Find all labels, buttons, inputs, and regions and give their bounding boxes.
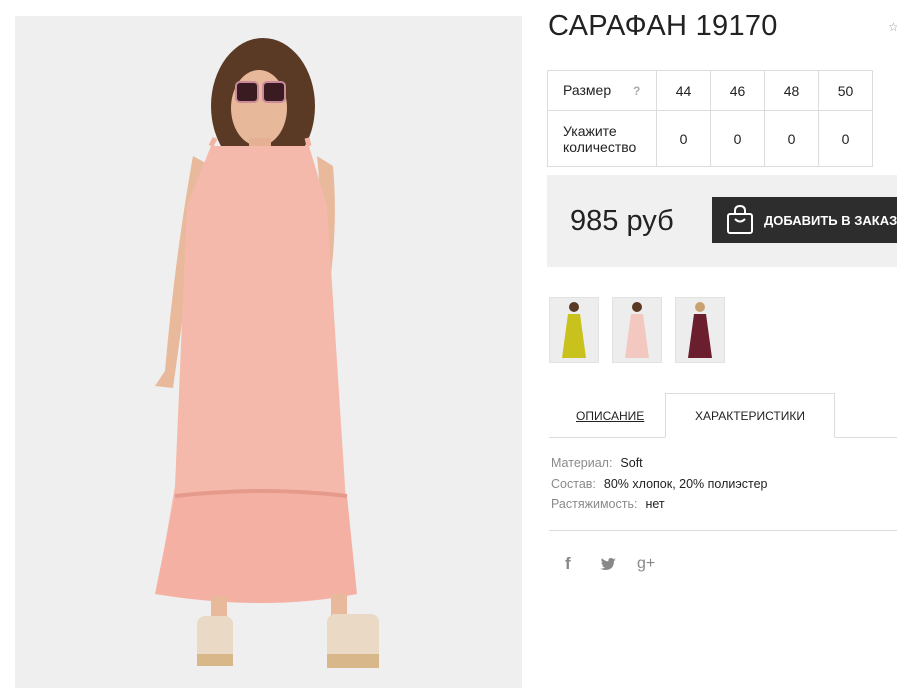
product-main-image[interactable] — [15, 16, 522, 688]
yellow-dress-thumbnail-image — [562, 302, 586, 358]
google-plus-icon[interactable]: g+ — [637, 555, 655, 573]
quantity-row: Укажите количество 0 0 0 0 — [547, 110, 873, 167]
spec-material-key: Материал: — [551, 456, 613, 470]
product-title: САРАФАН 19170 — [548, 10, 778, 42]
size-46: 46 — [710, 70, 765, 111]
tab-characteristics-label: ХАРАКТЕРИСТИКИ — [694, 408, 805, 423]
size-row: Размер ? 44 46 48 50 — [547, 70, 873, 111]
price: 985 руб — [570, 205, 674, 237]
spec-stretch-value: нет — [645, 497, 665, 511]
spec-composition-value: 80% хлопок, 20% полиэстер — [603, 477, 768, 491]
size-help-icon[interactable]: ? — [633, 83, 640, 99]
thumbnail-pink[interactable] — [612, 297, 662, 363]
spec-stretch-key: Растяжимость: — [551, 497, 638, 511]
compare-icon[interactable]: ☆ — [888, 20, 897, 34]
spec-composition-key: Состав: — [551, 477, 596, 491]
thumbnail-yellow[interactable] — [549, 297, 599, 363]
quantity-label-line1: Укажите — [563, 122, 617, 139]
size-label-cell: Размер ? — [547, 70, 657, 111]
model-in-dress-illustration — [15, 16, 522, 688]
shopping-bag-icon — [726, 205, 754, 235]
price-box: 985 руб ДОБАВИТЬ В ЗАКАЗ — [547, 175, 897, 267]
size-48: 48 — [764, 70, 819, 111]
tab-characteristics[interactable]: ХАРАКТЕРИСТИКИ — [665, 393, 835, 438]
size-44: 44 — [656, 70, 711, 111]
tab-description[interactable]: ОПИСАНИЕ — [576, 409, 644, 423]
size-50: 50 — [818, 70, 873, 111]
quantity-label-cell: Укажите количество — [547, 110, 657, 167]
quantity-input-44[interactable]: 0 — [656, 110, 711, 167]
spec-material: Материал: Soft — [551, 456, 643, 470]
spec-composition: Состав: 80% хлопок, 20% полиэстер — [551, 477, 767, 491]
specs-divider — [549, 530, 897, 531]
size-label: Размер — [563, 82, 612, 98]
quantity-input-48[interactable]: 0 — [764, 110, 819, 167]
twitter-icon[interactable] — [600, 558, 616, 576]
add-to-cart-label: ДОБАВИТЬ В ЗАКАЗ — [764, 212, 897, 228]
quantity-label-line2: количество — [563, 138, 637, 155]
add-to-cart-button[interactable]: ДОБАВИТЬ В ЗАКАЗ — [712, 197, 897, 243]
thumbnail-burgundy[interactable] — [675, 297, 725, 363]
facebook-icon[interactable]: f — [565, 554, 571, 574]
burgundy-dress-thumbnail-image — [688, 302, 712, 358]
pink-dress-thumbnail-image — [625, 302, 649, 358]
spec-material-value: Soft — [620, 456, 643, 470]
size-quantity-table: Размер ? 44 46 48 50 Укажите количество … — [547, 70, 873, 167]
quantity-input-50[interactable]: 0 — [818, 110, 873, 167]
spec-stretch: Растяжимость: нет — [551, 497, 665, 511]
quantity-input-46[interactable]: 0 — [710, 110, 765, 167]
color-thumbnails — [549, 297, 725, 363]
